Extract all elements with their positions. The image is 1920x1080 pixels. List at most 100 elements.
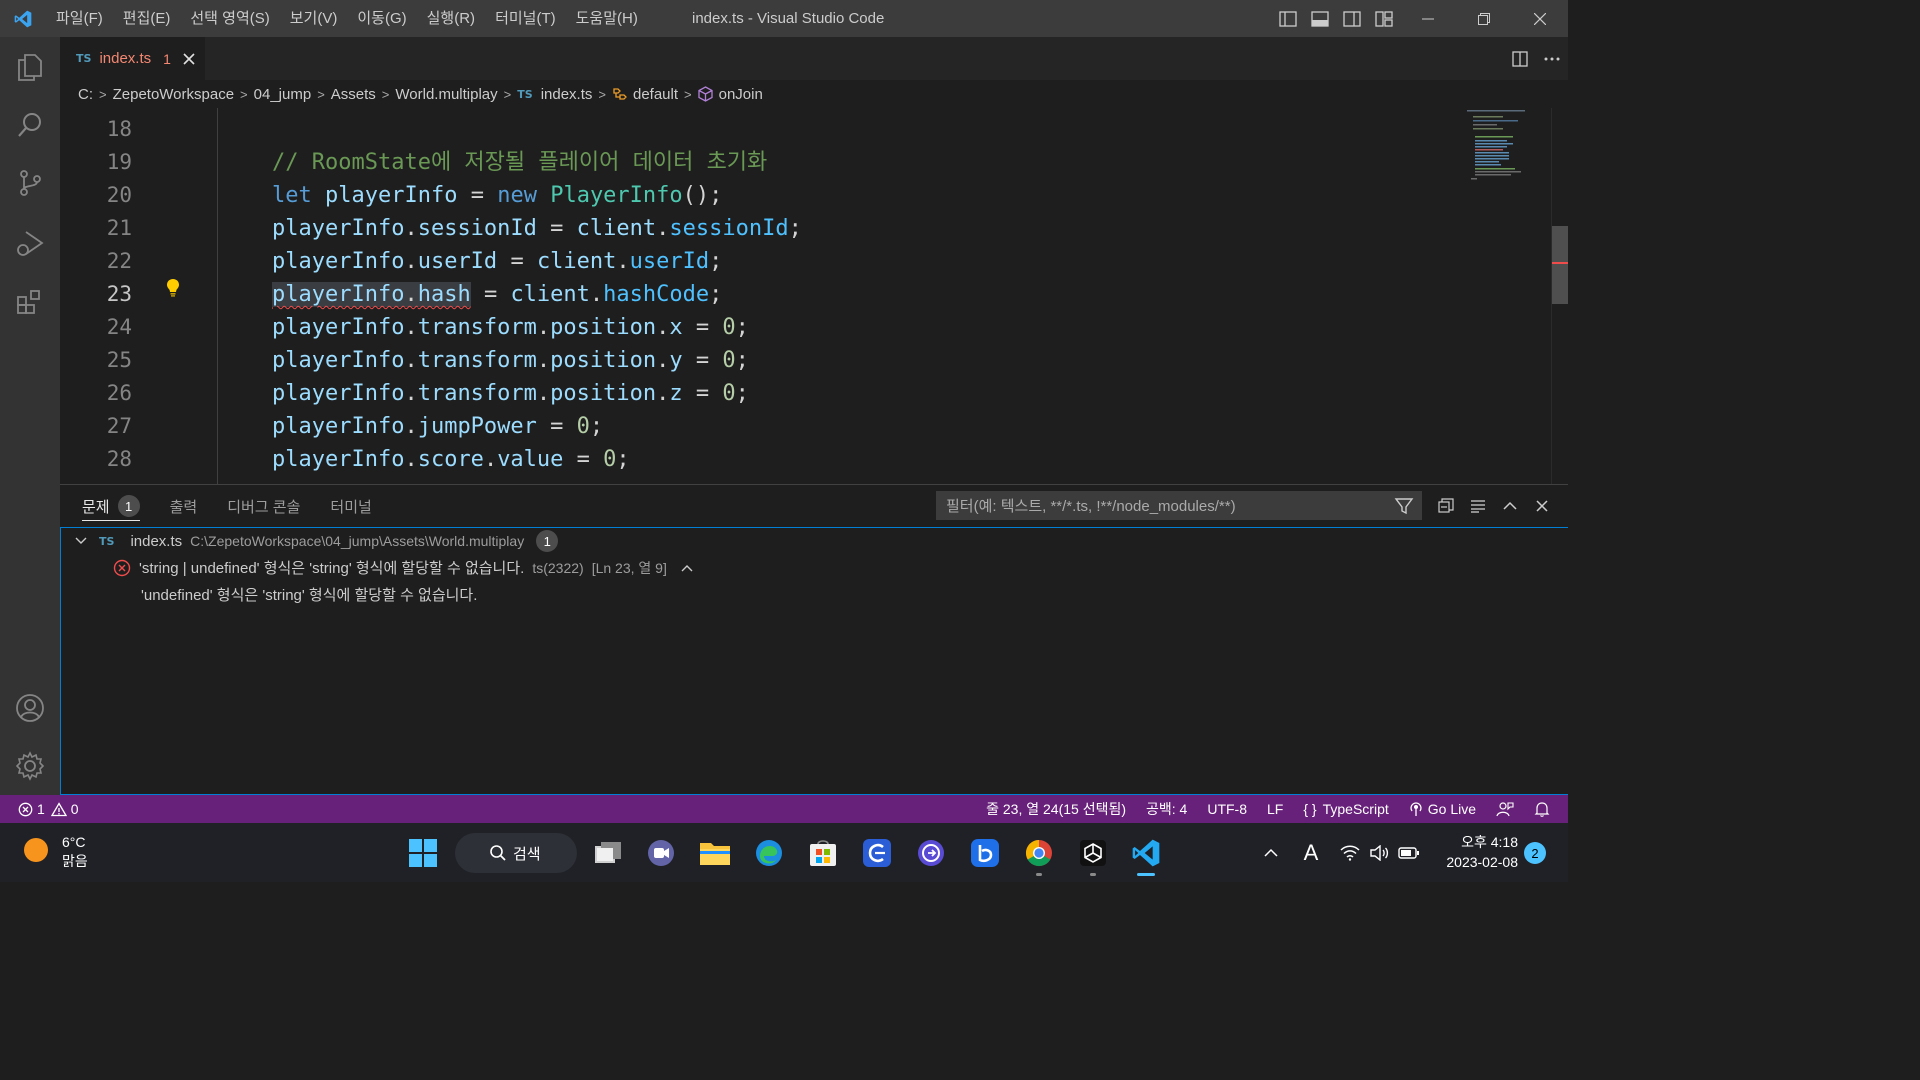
- menu-file[interactable]: 파일(F): [46, 0, 113, 37]
- language-mode[interactable]: { } TypeScript: [1293, 801, 1398, 817]
- code-line[interactable]: playerInfo.sessionId = client.sessionId;: [272, 212, 802, 245]
- indentation[interactable]: 공백: 4: [1136, 799, 1197, 819]
- code-line[interactable]: playerInfo.jumpPower = 0;: [272, 410, 603, 443]
- file-explorer-icon[interactable]: [695, 833, 735, 873]
- line-number: 22: [106, 249, 132, 273]
- extensions-icon[interactable]: [0, 276, 60, 328]
- breadcrumb-default[interactable]: default: [633, 86, 678, 103]
- notification-center-badge[interactable]: 2: [1524, 842, 1546, 864]
- file-encoding[interactable]: UTF-8: [1197, 801, 1257, 817]
- code-line[interactable]: playerInfo.hash = client.hashCode;: [272, 278, 722, 311]
- chevron-up-icon[interactable]: [681, 564, 693, 572]
- end-of-line[interactable]: LF: [1257, 801, 1293, 817]
- breadcrumb-file[interactable]: index.ts: [541, 86, 593, 103]
- task-view-icon[interactable]: [588, 833, 628, 873]
- close-panel-icon[interactable]: [1526, 485, 1558, 527]
- code-line[interactable]: let playerInfo = new PlayerInfo();: [272, 179, 722, 212]
- volume-icon[interactable]: [1367, 823, 1391, 882]
- problems-status[interactable]: 1 0: [18, 801, 89, 817]
- code-line[interactable]: playerInfo.score.value = 0;: [272, 443, 630, 476]
- edge-browser-icon[interactable]: [749, 833, 789, 873]
- tab-problems[interactable]: 문제 1: [82, 485, 140, 527]
- run-debug-icon[interactable]: [0, 217, 60, 269]
- toggle-panel-icon[interactable]: [1304, 0, 1336, 37]
- close-window-icon[interactable]: [1512, 0, 1568, 37]
- power-automate-icon[interactable]: [911, 833, 951, 873]
- menu-terminal[interactable]: 터미널(T): [485, 0, 566, 37]
- unity-icon[interactable]: [1073, 833, 1113, 873]
- menu-run[interactable]: 실행(R): [417, 0, 485, 37]
- code-line[interactable]: playerInfo.userId = client.userId;: [272, 245, 722, 278]
- filter-icon[interactable]: [1394, 496, 1414, 516]
- vscode-logo-icon[interactable]: [0, 0, 46, 37]
- notifications-bell-icon[interactable]: [1524, 801, 1560, 817]
- accounts-icon[interactable]: [0, 682, 60, 734]
- manage-gear-icon[interactable]: [0, 740, 60, 792]
- menu-selection[interactable]: 선택 영역(S): [180, 0, 279, 37]
- menu-view[interactable]: 보기(V): [280, 0, 348, 37]
- show-hidden-icons-chevron-icon[interactable]: [1258, 823, 1284, 882]
- view-as-list-icon[interactable]: [1462, 485, 1494, 527]
- line-number: 19: [106, 150, 132, 174]
- code-line[interactable]: playerInfo.transform.position.x = 0;: [272, 311, 749, 344]
- split-editor-icon[interactable]: [1504, 37, 1536, 80]
- cursor-position[interactable]: 줄 23, 열 24(15 선택됨): [976, 799, 1136, 819]
- explorer-icon[interactable]: [0, 41, 60, 93]
- temperature: 6°C: [62, 834, 86, 850]
- close-tab-icon[interactable]: [181, 51, 197, 67]
- microsoft-store-icon[interactable]: [803, 833, 843, 873]
- menu-edit[interactable]: 편집(E): [113, 0, 181, 37]
- start-windows-icon[interactable]: [403, 833, 443, 873]
- feedback-icon[interactable]: [1486, 801, 1524, 817]
- app-b-icon[interactable]: [965, 833, 1005, 873]
- search-icon[interactable]: [0, 99, 60, 151]
- breadcrumb-onjoin[interactable]: onJoin: [719, 86, 763, 103]
- maximize-panel-icon[interactable]: [1494, 485, 1526, 527]
- menu-help[interactable]: 도움말(H): [566, 0, 648, 37]
- toggle-primary-sidebar-icon[interactable]: [1272, 0, 1304, 37]
- code-editor[interactable]: 18 19 20 21 22 23 24 25 26 27 28 // Room…: [60, 108, 1568, 484]
- line-number: 25: [106, 348, 132, 372]
- breadcrumb-project[interactable]: 04_jump: [254, 86, 312, 103]
- chrome-browser-icon[interactable]: [1019, 833, 1059, 873]
- problems-filter-input[interactable]: 필터(예: 텍스트, **/*.ts, !**/node_modules/**): [936, 491, 1422, 520]
- breadcrumb-assets[interactable]: Assets: [331, 86, 376, 103]
- minimap[interactable]: [1465, 108, 1553, 188]
- weather-widget[interactable]: 6°C 맑음: [22, 833, 88, 871]
- tab-terminal[interactable]: 터미널: [330, 485, 371, 527]
- code-line[interactable]: // RoomState에 저장될 플레이어 데이터 초기화: [272, 146, 767, 179]
- toggle-secondary-sidebar-icon[interactable]: [1336, 0, 1368, 37]
- source-control-icon[interactable]: [0, 157, 60, 209]
- restore-icon[interactable]: [1456, 0, 1512, 37]
- system-clock[interactable]: 오후 4:18 2023-02-08: [1432, 832, 1518, 872]
- minimize-icon[interactable]: [1400, 0, 1456, 37]
- windows-taskbar: 6°C 맑음 검색 A 오후 4:18 2023-02-08 2: [0, 823, 1568, 882]
- tab-output[interactable]: 출력: [170, 485, 198, 527]
- ime-indicator[interactable]: A: [1298, 823, 1324, 882]
- more-actions-icon[interactable]: [1536, 37, 1568, 80]
- taskbar-search[interactable]: 검색: [455, 833, 577, 873]
- menu-go[interactable]: 이동(G): [347, 0, 416, 37]
- panel-tabs: 문제 1 출력 디버그 콘솔 터미널: [60, 485, 402, 527]
- battery-icon[interactable]: [1396, 823, 1422, 882]
- vscode-taskbar-icon[interactable]: [1126, 833, 1166, 873]
- go-live-button[interactable]: Go Live: [1399, 801, 1486, 817]
- chevron-down-icon[interactable]: [75, 537, 87, 545]
- collapse-all-icon[interactable]: [1430, 485, 1462, 527]
- problem-file-row[interactable]: TS index.ts C:\ZepetoWorkspace\04_jump\A…: [75, 528, 559, 554]
- editor-scrollbar[interactable]: [1552, 226, 1568, 304]
- app-c-icon[interactable]: [857, 833, 897, 873]
- customize-layout-icon[interactable]: [1368, 0, 1400, 37]
- tab-index-ts[interactable]: TS index.ts 1: [60, 37, 205, 80]
- wifi-icon[interactable]: [1338, 823, 1362, 882]
- tab-debug-console[interactable]: 디버그 콘솔: [227, 485, 300, 527]
- problem-error-row[interactable]: 'string | undefined' 형식은 'string' 형식에 할당…: [113, 554, 693, 581]
- breadcrumb-drive[interactable]: C:: [78, 86, 93, 103]
- breadcrumb-folder[interactable]: World.multiplay: [395, 86, 497, 103]
- code-line[interactable]: playerInfo.transform.position.z = 0;: [272, 377, 749, 410]
- typescript-file-icon: TS: [517, 87, 533, 101]
- lightbulb-quickfix-icon[interactable]: [166, 278, 184, 300]
- code-line[interactable]: playerInfo.transform.position.y = 0;: [272, 344, 749, 377]
- breadcrumb-workspace[interactable]: ZepetoWorkspace: [113, 86, 234, 103]
- teams-chat-icon[interactable]: [641, 833, 681, 873]
